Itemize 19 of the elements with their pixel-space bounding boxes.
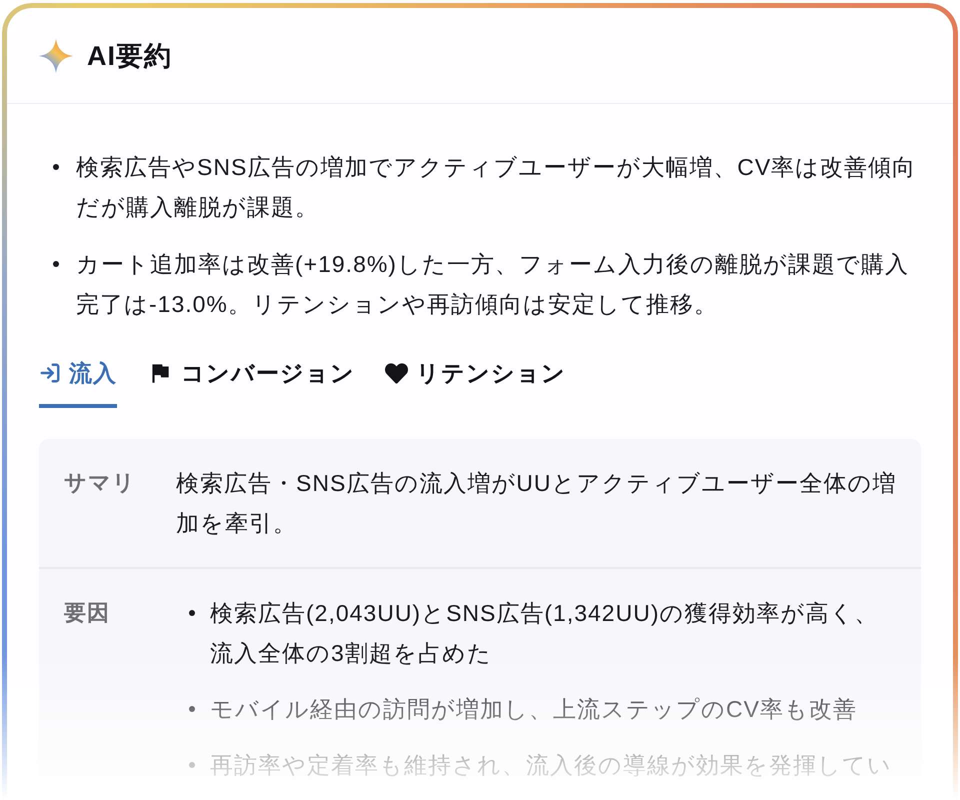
- tab[interactable]: コンバージョン: [147, 357, 355, 408]
- arrow-into-bracket-icon: [39, 362, 61, 384]
- row-text: 検索広告・SNS広告の流入増がUUとアクティブユーザー全体の増加を牽引。: [176, 469, 898, 538]
- bullet-icon: [53, 261, 59, 267]
- tab[interactable]: 流入: [39, 357, 117, 408]
- sparkle-icon: [39, 38, 73, 72]
- summary-point: 検索広告やSNS広告の増加でアクティブユーザーが大幅増、CV率は改善傾向だが購入離脱が課題。: [76, 153, 918, 222]
- factor-item: モバイル経由の訪問が増加し、上流ステップのCV率も改善: [210, 695, 857, 724]
- row-label: 要因: [64, 599, 111, 627]
- card-title: AI要約: [87, 40, 172, 72]
- bullet-icon: [189, 762, 195, 768]
- bullet-icon: [189, 706, 195, 712]
- row-label: サマリ: [64, 469, 137, 497]
- factor-item: 検索広告(2,043UU)とSNS広告(1,342UU)の獲得効率が高く、流入全体の3割超を占めた: [210, 599, 880, 668]
- summary-point: カート追加率は改善(+19.8%)した一方、フォーム入力後の離脱が課題で購入完了は-13.0%。リテンションや再訪傾向は安定して推移。: [76, 250, 910, 319]
- bullet-icon: [189, 610, 195, 616]
- bullet-icon: [53, 164, 59, 170]
- heart-icon: [385, 362, 408, 384]
- tab[interactable]: リテンション: [385, 357, 566, 408]
